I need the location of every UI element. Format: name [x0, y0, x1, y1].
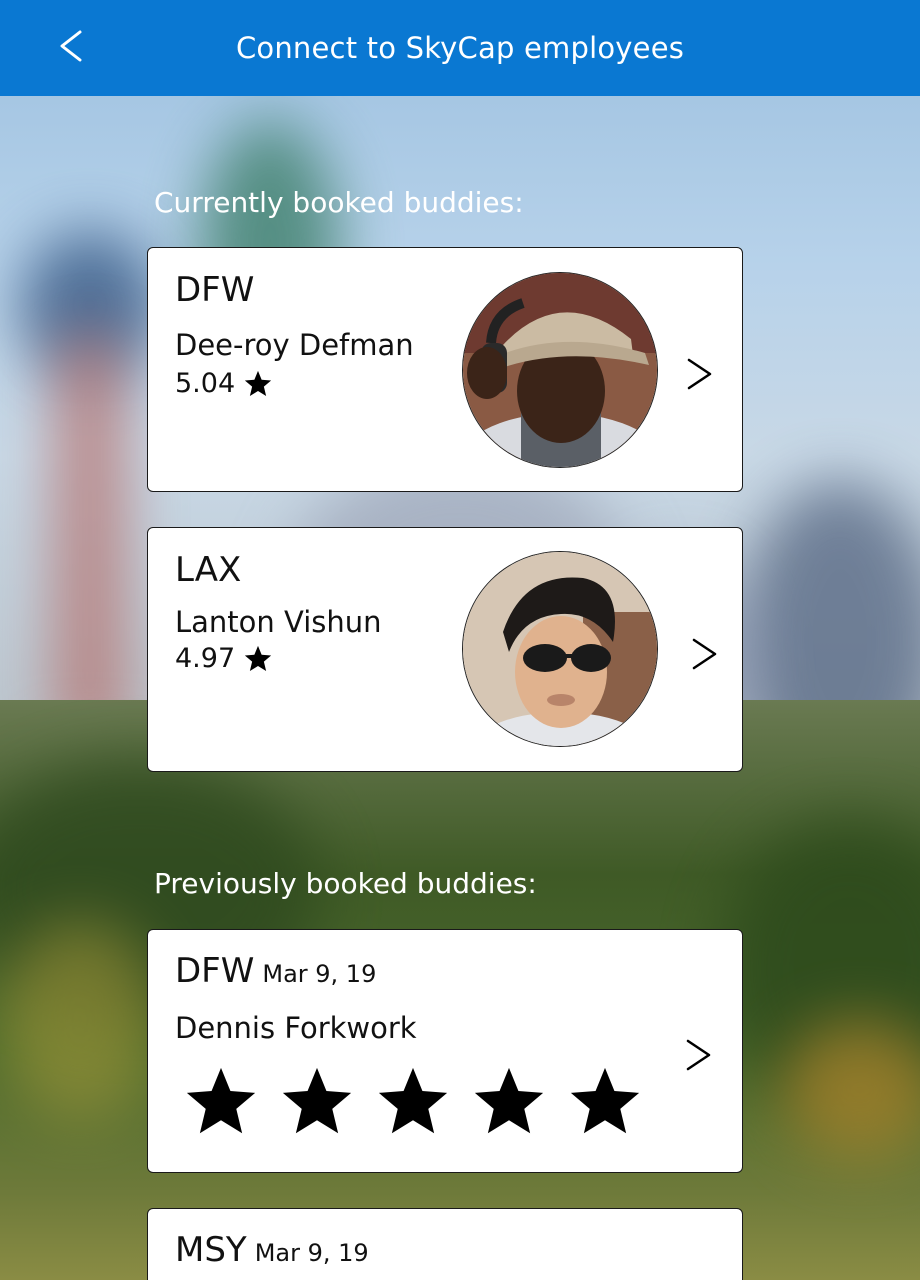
- booking-date: Mar 9, 19: [254, 1239, 369, 1267]
- airport-code: DFW Mar 9, 19: [175, 951, 376, 991]
- rating-value: 4.97: [175, 643, 236, 674]
- buddy-rating: 4.97: [175, 643, 273, 674]
- airport-code: MSY Mar 9, 19: [175, 1230, 369, 1270]
- current-buddies-heading: Currently booked buddies:: [154, 186, 524, 219]
- star-icon[interactable]: [470, 1063, 548, 1141]
- buddy-avatar: [462, 272, 658, 468]
- chevron-right-icon: [686, 1039, 711, 1071]
- chevron-right-icon: [687, 358, 712, 390]
- chevron-left-icon: [60, 30, 82, 62]
- star-icon: [245, 645, 272, 671]
- star-icon[interactable]: [566, 1063, 644, 1141]
- airport-code: DFW: [175, 270, 255, 310]
- rating-value: 5.04: [175, 368, 236, 399]
- star-icon: [245, 370, 272, 396]
- current-buddy-card[interactable]: DFW Dee-roy Defman 5.04: [147, 247, 743, 492]
- booking-date: Mar 9, 19: [262, 960, 377, 988]
- previous-buddy-card[interactable]: DFW Mar 9, 19 Dennis Forkwork: [147, 929, 743, 1173]
- buddy-rating: 5.04: [175, 368, 273, 399]
- buddy-name: Dee-roy Defman: [175, 328, 414, 362]
- back-button[interactable]: [50, 24, 98, 72]
- page-title: Connect to SkyCap employees: [235, 31, 685, 65]
- previous-buddy-card[interactable]: MSY Mar 9, 19: [147, 1208, 743, 1280]
- star-rating[interactable]: [182, 1063, 644, 1141]
- app-screen: Connect to SkyCap employees Currently bo…: [0, 0, 920, 1280]
- app-header: Connect to SkyCap employees: [0, 0, 920, 96]
- buddy-name: Dennis Forkwork: [175, 1011, 417, 1045]
- previous-buddies-heading: Previously booked buddies:: [154, 867, 537, 900]
- airport-code-text: MSY: [175, 1230, 247, 1270]
- star-icon[interactable]: [278, 1063, 356, 1141]
- buddy-name: Lanton Vishun: [175, 605, 382, 639]
- current-buddy-card[interactable]: LAX Lanton Vishun 4.97: [147, 527, 743, 772]
- chevron-right-icon: [692, 638, 717, 670]
- airport-code-text: DFW: [175, 951, 255, 991]
- star-icon[interactable]: [374, 1063, 452, 1141]
- star-icon[interactable]: [182, 1063, 260, 1141]
- buddy-avatar: [462, 551, 658, 747]
- airport-code: LAX: [175, 550, 242, 590]
